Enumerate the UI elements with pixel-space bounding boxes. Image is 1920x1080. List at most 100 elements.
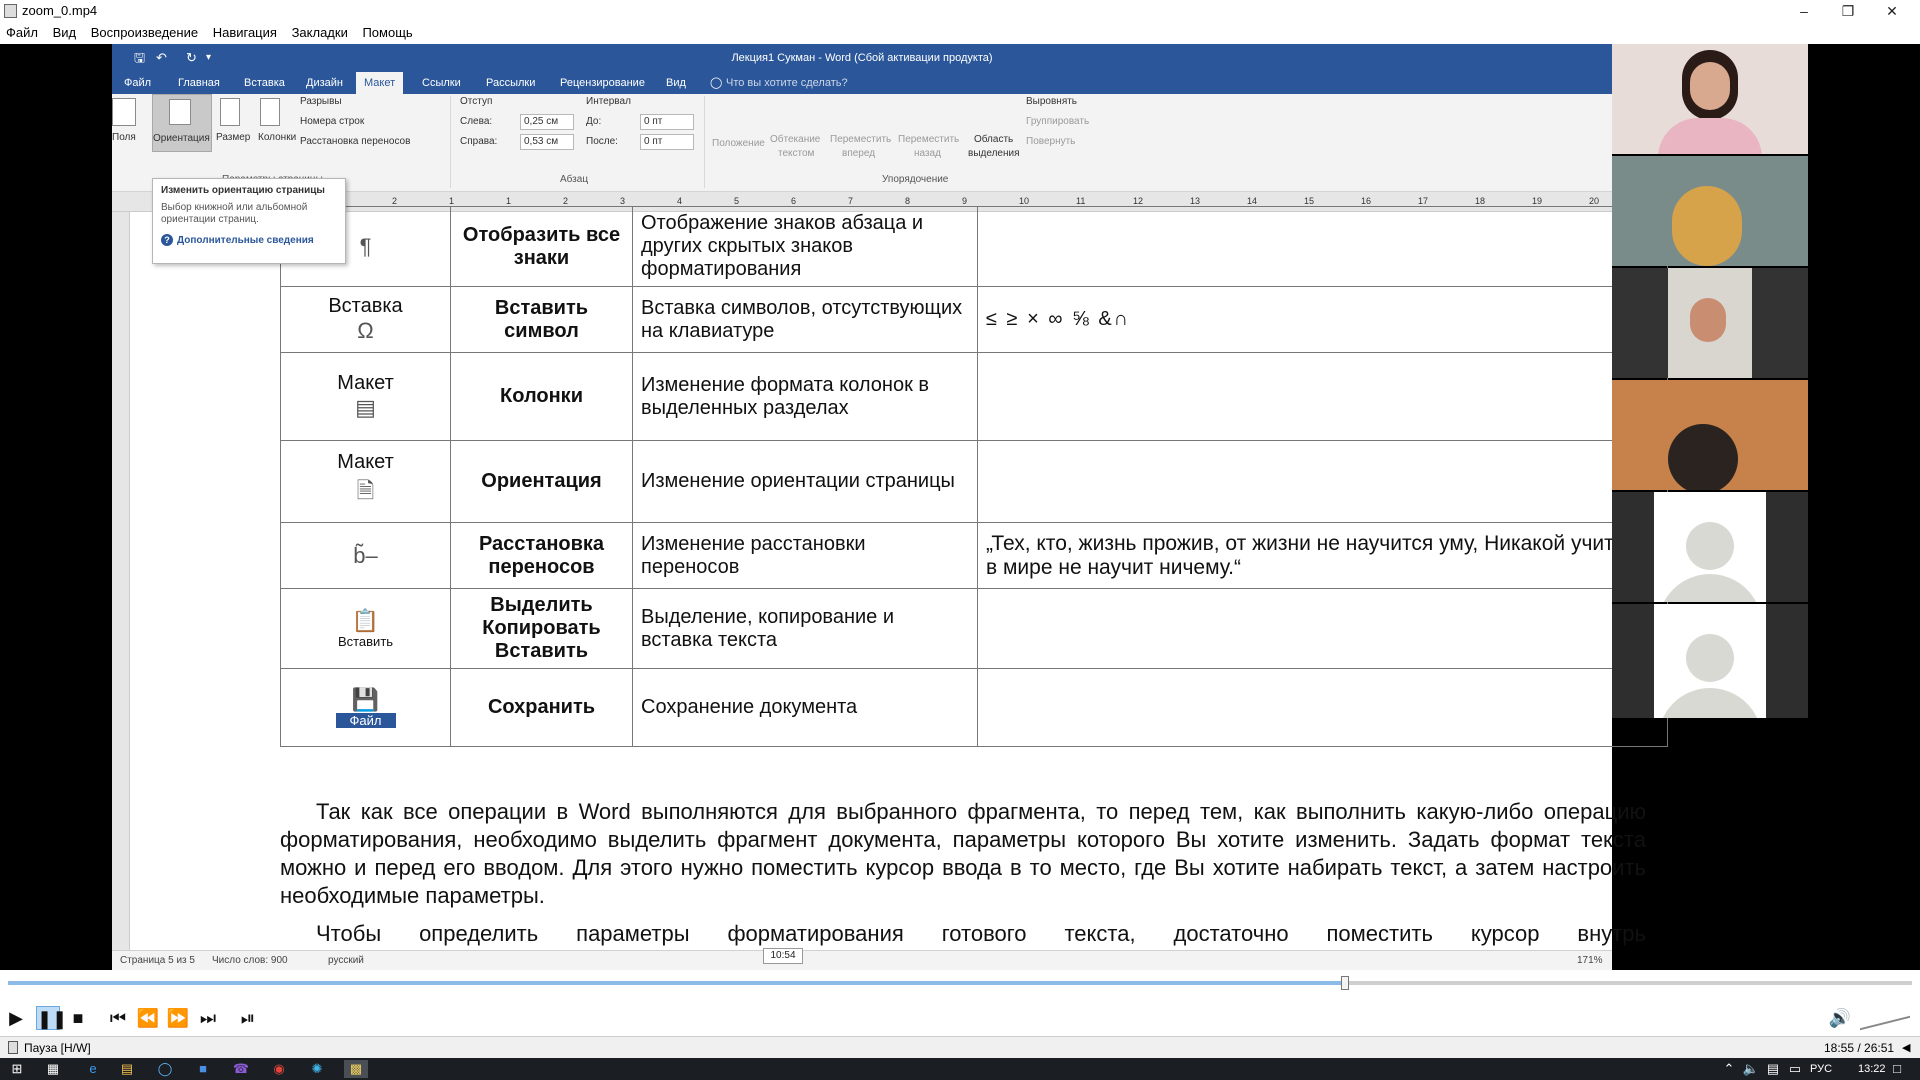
network-icon[interactable]: ▤ [1764, 1060, 1782, 1078]
table-row: Макет ▤ Колонки Изменение формата колонок в… [280, 352, 1668, 441]
bring-forward-line1[interactable]: Переместить [830, 134, 891, 145]
seek-bar[interactable] [0, 970, 1920, 1000]
margins-label[interactable]: Поля [112, 132, 136, 143]
start-icon[interactable]: ⊞ [8, 1060, 26, 1078]
word-count[interactable]: Число слов: 900 [212, 951, 288, 971]
tray-chevron-icon[interactable]: ⌃ [1720, 1060, 1738, 1078]
app-icon[interactable]: ◯ [156, 1060, 174, 1078]
file-explorer-icon[interactable]: ▤ [118, 1060, 136, 1078]
menu-navigation[interactable]: Навигация [213, 25, 277, 40]
columns-icon[interactable] [260, 98, 280, 126]
align-button[interactable]: Выровнять [1026, 96, 1077, 107]
tab-review[interactable]: Рецензирование [560, 72, 645, 94]
avatar-icon [1686, 522, 1734, 570]
size-icon[interactable] [220, 98, 240, 126]
tab-insert[interactable]: Вставка [244, 72, 285, 94]
zoom-level[interactable]: 171% [1577, 951, 1603, 971]
restore-button[interactable]: ❐ [1826, 0, 1870, 22]
orientation-button[interactable]: Ориентация [152, 94, 212, 152]
selection-pane-line2[interactable]: выделения [968, 148, 1019, 159]
command-description: Вставка символов, отсутствующих на клави… [632, 286, 978, 353]
audio-icon[interactable]: ◀ [1902, 1037, 1910, 1059]
breaks-button[interactable]: Разрывы [300, 96, 342, 107]
tab-layout[interactable]: Макет [356, 72, 404, 94]
edge-icon[interactable]: e [84, 1060, 102, 1078]
zoom-icon[interactable]: ■ [194, 1060, 212, 1078]
vertical-ruler[interactable] [112, 212, 130, 970]
table-cell-location: 📋 Вставить [280, 588, 451, 669]
participant-video-6 [1612, 604, 1808, 718]
language-status[interactable]: русский [328, 951, 364, 971]
keyboard-language[interactable]: РУС [1810, 1058, 1832, 1080]
wrap-text-line2[interactable]: текстом [778, 148, 814, 159]
selection-pane-line1[interactable]: Область [974, 134, 1013, 145]
tab-view[interactable]: Вид [666, 72, 686, 94]
seek-handle[interactable] [1340, 976, 1349, 990]
menu-view[interactable]: Вид [53, 25, 77, 40]
close-button[interactable]: ✕ [1870, 0, 1914, 22]
hyphenation-button[interactable]: Расстановка переносов [300, 136, 410, 147]
ruler-number: 6 [791, 196, 797, 206]
position-button[interactable]: Положение [712, 138, 765, 149]
player-status-bar: Пауза [H/W] 18:55 / 26:51 ◀ [0, 1036, 1920, 1058]
wrap-text-line1[interactable]: Обтекание [770, 134, 820, 145]
tab-design[interactable]: Дизайн [306, 72, 343, 94]
tooltip-more-info-link[interactable]: Дополнительные сведения [177, 235, 314, 246]
margins-icon[interactable] [112, 98, 136, 126]
frame-step-icon[interactable]: ⏯ [236, 1006, 260, 1030]
ribbon-tab-name: Вставка [328, 295, 403, 317]
command-example: „Тех, кто, жизнь прожив, от жизни не нау… [977, 522, 1668, 589]
task-view-icon[interactable]: ▦ [44, 1060, 62, 1078]
minimize-button[interactable]: – [1782, 0, 1826, 22]
volume-slider[interactable] [1860, 1010, 1910, 1031]
next-icon[interactable]: ⏭ [196, 1006, 220, 1030]
menu-bookmarks[interactable]: Закладки [292, 25, 348, 40]
clipboard-icon: 📋 [351, 608, 380, 633]
fast-forward-icon[interactable]: ⏩ [166, 1006, 190, 1030]
command-description: Изменение расстановки переносов [632, 522, 978, 589]
notifications-icon[interactable]: □ [1888, 1060, 1906, 1078]
line-numbers-button[interactable]: Номера строк [300, 116, 364, 127]
ruler-number: 1 [449, 196, 455, 206]
tab-references[interactable]: Ссылки [422, 72, 461, 94]
previous-icon[interactable]: ⏮ [106, 1006, 130, 1030]
rotate-button[interactable]: Повернуть [1026, 136, 1075, 147]
settings-icon[interactable]: ✺ [308, 1060, 326, 1078]
tab-mailings[interactable]: Рассылки [486, 72, 535, 94]
battery-icon[interactable]: ▭ [1786, 1060, 1804, 1078]
player-menu-bar: Файл Вид Воспроизведение Навигация Закла… [0, 22, 1920, 44]
tab-file[interactable]: Файл [124, 72, 151, 94]
rewind-icon[interactable]: ⏪ [136, 1006, 160, 1030]
tell-me-search[interactable]: Что вы хотите сделать? [726, 72, 848, 94]
chrome-icon[interactable]: ◉ [270, 1060, 288, 1078]
ruler-number: 18 [1475, 196, 1486, 206]
tab-home[interactable]: Главная [178, 72, 220, 94]
volume-tray-icon[interactable]: 🔈 [1742, 1060, 1760, 1078]
media-player-icon[interactable]: ▩ [344, 1060, 368, 1078]
play-icon[interactable]: ▶ [4, 1006, 28, 1030]
menu-file[interactable]: Файл [6, 25, 38, 40]
seek-track[interactable] [8, 976, 1912, 990]
group-button[interactable]: Группировать [1026, 116, 1089, 127]
indent-left-input[interactable]: 0,25 см [520, 114, 574, 130]
pause-icon[interactable]: ❚❚ [36, 1006, 67, 1030]
paragraph-2: Чтобы определить параметры форматировани… [316, 921, 1646, 946]
menu-help[interactable]: Помощь [362, 25, 412, 40]
viber-icon[interactable]: ☎ [232, 1060, 250, 1078]
send-backward-line2[interactable]: назад [914, 148, 941, 159]
bring-forward-line2[interactable]: вперед [842, 148, 875, 159]
group-paragraph-label: Абзац [560, 174, 589, 185]
orientation-icon: 🗎 [356, 478, 375, 503]
page-count[interactable]: Страница 5 из 5 [120, 951, 195, 971]
menu-playback[interactable]: Воспроизведение [91, 25, 198, 40]
size-label[interactable]: Размер [216, 132, 250, 143]
spacing-before-input[interactable]: 0 пт [640, 114, 694, 130]
send-backward-line1[interactable]: Переместить [898, 134, 959, 145]
indent-right-input[interactable]: 0,53 см [520, 134, 574, 150]
spacing-after-input[interactable]: 0 пт [640, 134, 694, 150]
command-name: Расстановка переносов [450, 522, 633, 589]
volume-icon[interactable]: 🔊 [1828, 1006, 1852, 1030]
columns-label[interactable]: Колонки [258, 132, 296, 143]
system-clock[interactable]: 13:22 [1858, 1058, 1886, 1080]
stop-icon[interactable]: ■ [66, 1006, 90, 1030]
